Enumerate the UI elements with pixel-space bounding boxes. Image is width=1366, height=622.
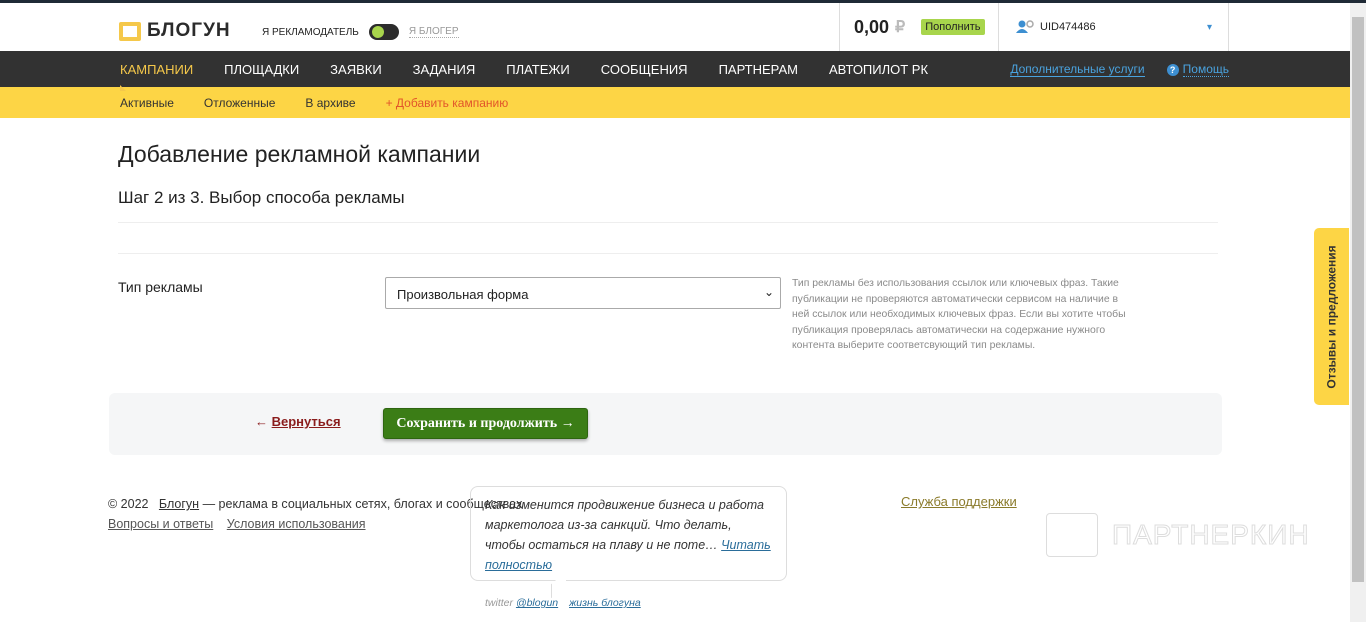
role-advertiser: Я РЕКЛАМОДАТЕЛЬ [262,26,359,38]
watermark-logo-icon [1046,513,1098,557]
add-campaign-link[interactable]: + Добавить кампанию [386,96,509,110]
balance: 0,00 ₽ Пополнить [839,3,985,51]
chevron-down-icon[interactable]: ▾ [1207,22,1212,33]
logo-text: БЛОГУН [147,20,231,41]
nav-tasks[interactable]: ЗАДАНИЯ [413,62,476,77]
ad-type-value: Произвольная форма [397,287,529,302]
main-nav: КАМПАНИИ ПЛОЩАДКИ ЗАЯВКИ ЗАДАНИЯ ПЛАТЕЖИ… [0,51,1366,91]
twitter-link[interactable]: @blogun [516,597,558,609]
scrollbar[interactable] [1350,3,1366,622]
nav-messages[interactable]: СООБЩЕНИЯ [601,62,688,77]
ad-type-select[interactable]: Произвольная форма ⌄ [385,277,781,309]
help-link[interactable]: Помощь [1182,62,1229,77]
form-actions: ← Вернуться Сохранить и продолжить → [109,393,1222,455]
nav-platforms[interactable]: ПЛОЩАДКИ [224,62,299,77]
logo-icon [119,21,141,41]
currency-icon: ₽ [895,19,906,36]
ad-type-label: Тип рекламы [118,279,203,295]
balance-amount: 0,00 [854,16,890,37]
role-switch: Я РЕКЛАМОДАТЕЛЬ Я БЛОГЕР [262,24,459,40]
footer-info: © 2022 Блогун — реклама в социальных сет… [108,494,522,534]
watermark-text: ПАРТНЕРКИН [1112,519,1310,551]
ad-type-hint: Тип рекламы без использования ссылок или… [792,278,1126,352]
terms-link[interactable]: Условия использования [227,517,366,531]
feedback-tab[interactable]: Отзывы и предложения [1314,228,1349,405]
user-menu[interactable]: UID474486 ▾ [998,3,1229,51]
divider [118,222,1218,223]
back-label: Вернуться [271,414,341,429]
scrollbar-thumb[interactable] [1352,17,1364,582]
nav-partners[interactable]: ПАРТНЕРАМ [719,62,798,77]
subnav-postponed[interactable]: Отложенные [204,96,276,110]
copyright: © 2022 [108,497,149,511]
subnav-active[interactable]: Активные [120,96,174,110]
topup-button[interactable]: Пополнить [921,19,985,35]
user-settings-icon [1016,20,1034,33]
logo[interactable]: БЛОГУН [119,20,231,42]
help-icon: ? [1166,63,1179,76]
extra-services-link[interactable]: Дополнительные услуги [1010,62,1145,77]
support-link[interactable]: Служба поддержки [901,494,1017,509]
nav-campaigns[interactable]: КАМПАНИИ [120,62,193,91]
chevron-down-icon: ⌄ [763,285,774,299]
step-title: Шаг 2 из 3. Выбор способа рекламы [118,188,405,207]
feedback-label: Отзывы и предложения [1324,244,1339,389]
news-bubble: Как изменится продвижение бизнеса и рабо… [470,486,787,581]
nav-payments[interactable]: ПЛАТЕЖИ [506,62,570,77]
twitter-label: twitter [485,597,514,609]
user-id: UID474486 [1040,21,1096,33]
role-blogger[interactable]: Я БЛОГЕР [408,26,459,38]
blog-life-link[interactable]: жизнь блогуна [569,597,641,609]
save-continue-button[interactable]: Сохранить и продолжить → [383,408,588,439]
watermark: ПАРТНЕРКИН [1046,513,1310,557]
twitter-links: twitter @blogun жизнь блогуна [485,597,649,609]
subnav-archive[interactable]: В архиве [305,96,355,110]
nav-requests[interactable]: ЗАЯВКИ [330,62,382,77]
brand-link[interactable]: Блогун [159,497,199,511]
sub-nav: Активные Отложенные В архиве + Добавить … [0,87,1366,118]
role-toggle[interactable] [368,24,399,40]
nav-autopilot[interactable]: АВТОПИЛОТ РК [829,62,928,77]
page-title: Добавление рекламной кампании [118,141,481,167]
faq-link[interactable]: Вопросы и ответы [108,517,213,531]
divider [118,253,1218,254]
back-link[interactable]: ← Вернуться [255,414,341,429]
